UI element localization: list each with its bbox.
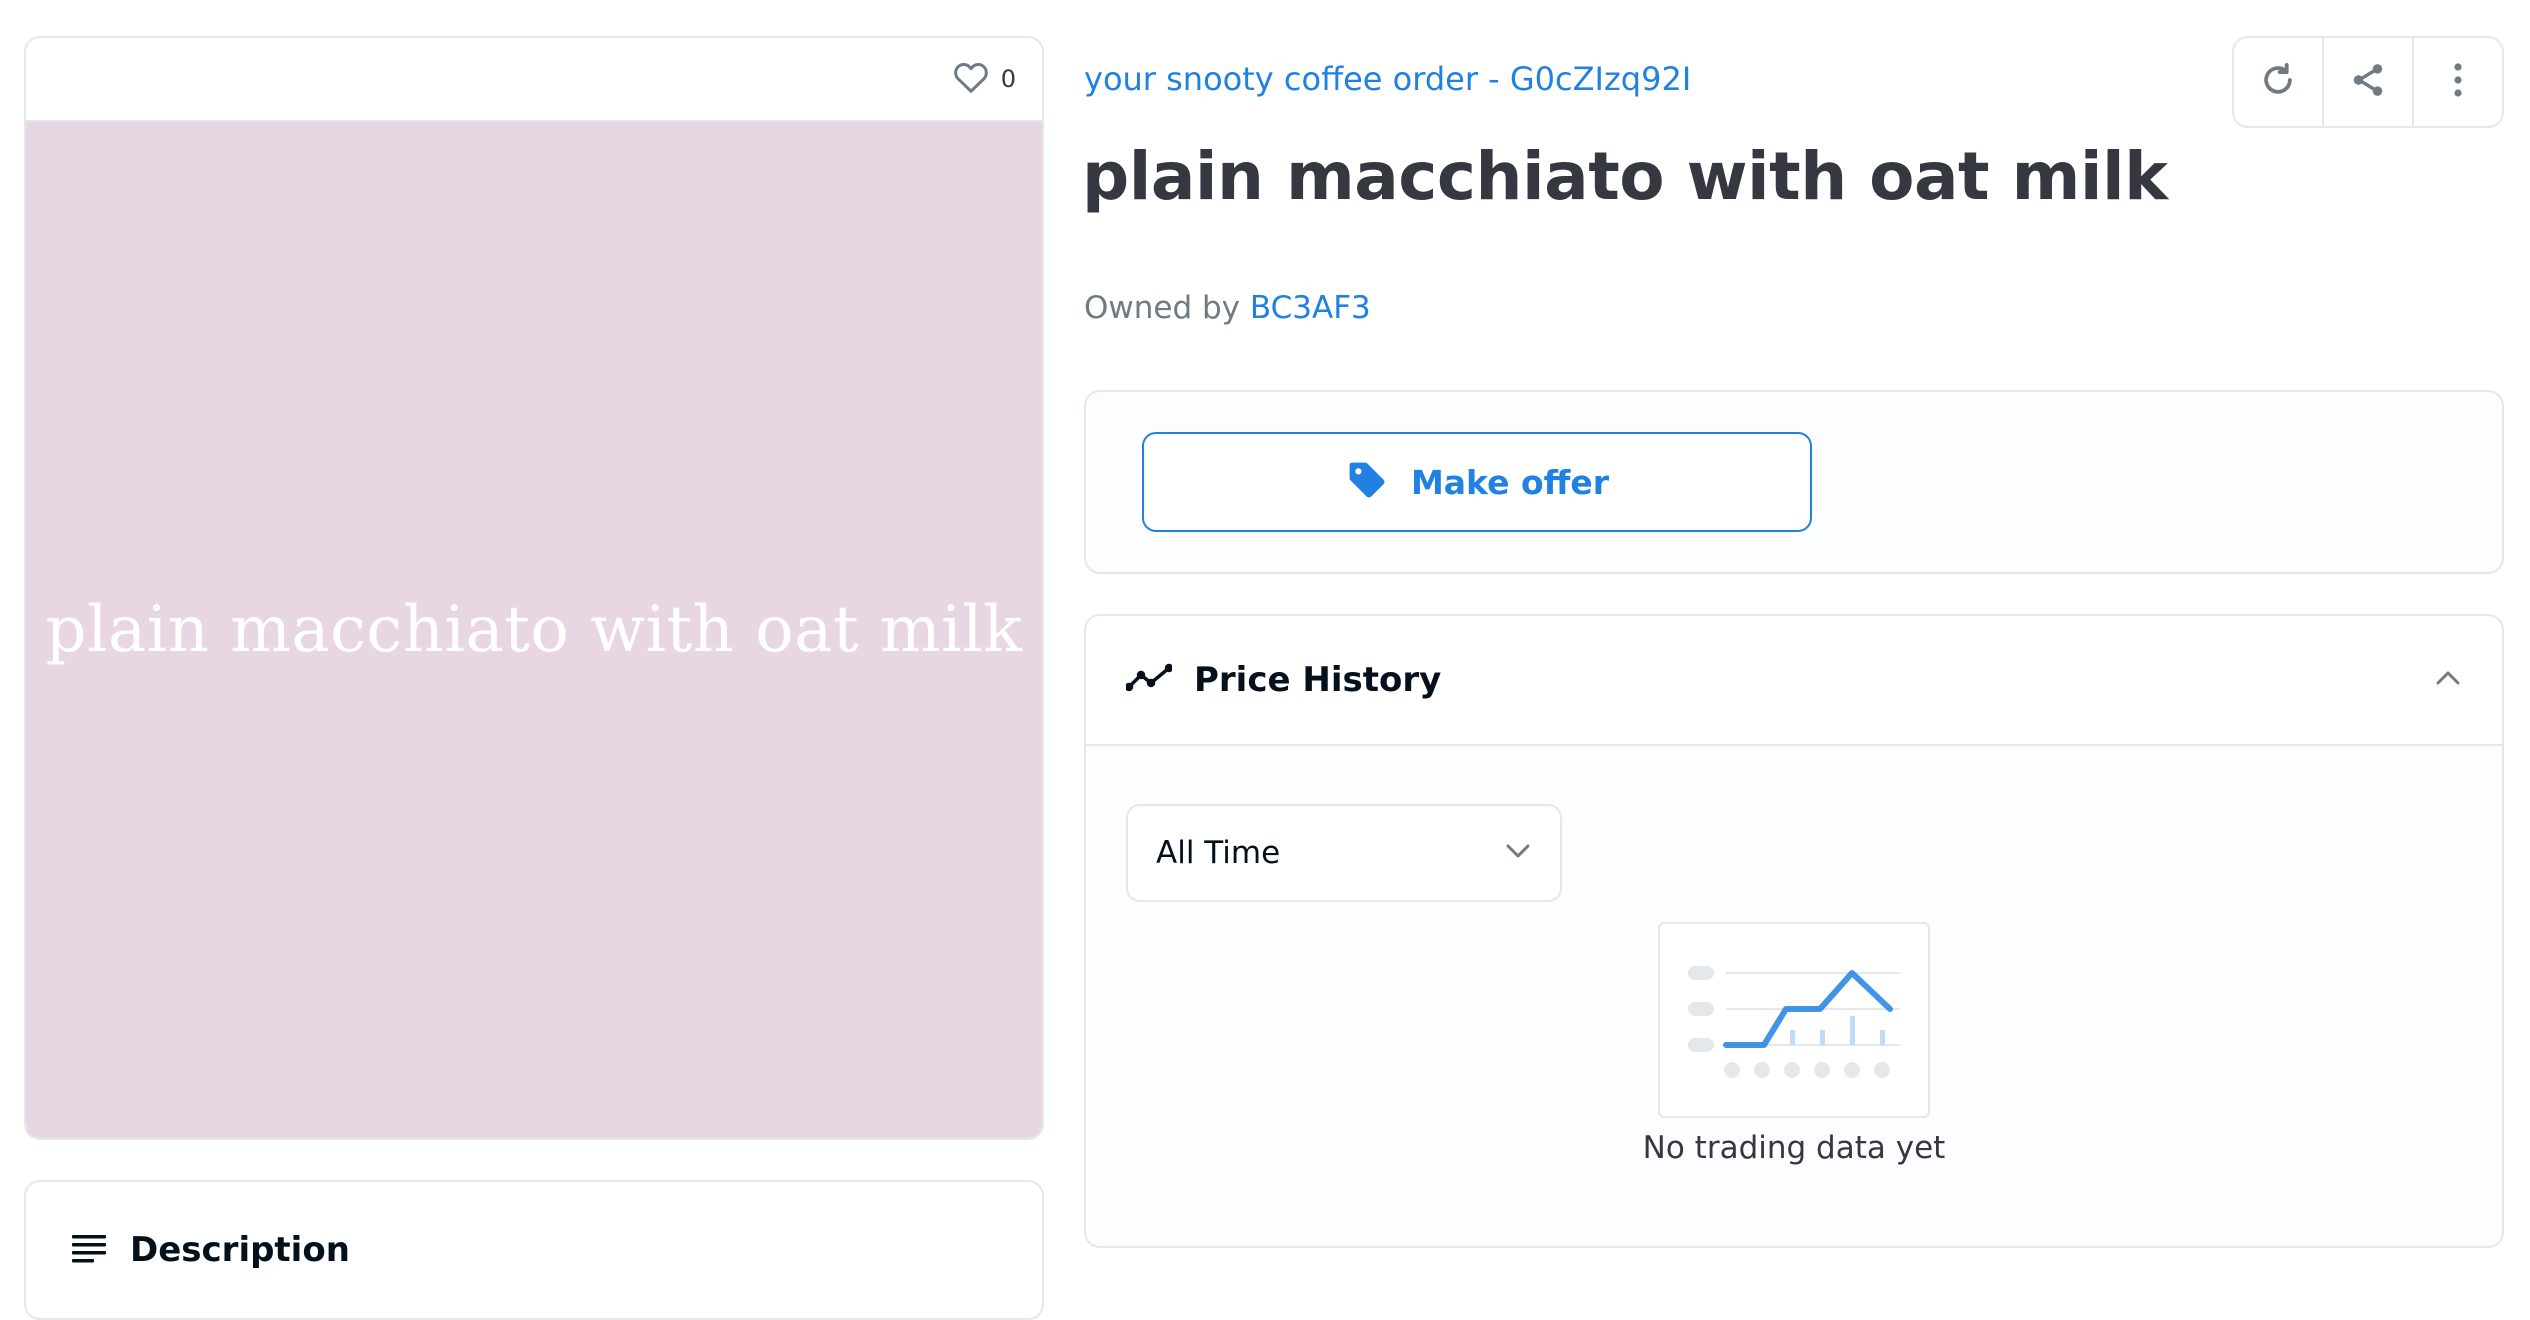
make-offer-label: Make offer bbox=[1410, 462, 1610, 502]
heart-icon bbox=[953, 60, 989, 98]
chart-placeholder-icon bbox=[1688, 966, 1900, 1078]
favorite-count: 0 bbox=[1000, 65, 1016, 93]
collection-link[interactable]: your snooty coffee order - G0cZIzq92I bbox=[1084, 60, 1691, 98]
item-title: plain macchiato with oat milk bbox=[1082, 138, 2168, 215]
description-header[interactable]: Description bbox=[72, 1230, 350, 1270]
item-actions bbox=[2232, 36, 2504, 128]
price-history-header[interactable]: Price History bbox=[1086, 616, 2502, 746]
owned-by-label: Owned by bbox=[1084, 290, 1241, 326]
asset-image[interactable]: plain macchiato with oat milk bbox=[26, 122, 1042, 1138]
asset-image-text: plain macchiato with oat milk bbox=[45, 593, 1023, 667]
refresh-icon bbox=[2259, 61, 2297, 103]
share-icon bbox=[2349, 61, 2387, 103]
price-history-title: Price History bbox=[1194, 660, 1442, 700]
offer-panel: Make offer bbox=[1084, 390, 2504, 574]
empty-chart-illustration bbox=[1658, 922, 1930, 1118]
no-trading-data-text: No trading data yet bbox=[1642, 1130, 1946, 1166]
more-options-button[interactable] bbox=[2412, 38, 2502, 126]
owner-link[interactable]: BC3AF3 bbox=[1250, 290, 1371, 326]
favorite-button[interactable]: 0 bbox=[953, 60, 1016, 98]
chevron-up-icon bbox=[2434, 669, 2462, 691]
media-header: 0 bbox=[26, 38, 1042, 122]
chevron-down-icon bbox=[1504, 842, 1532, 864]
refresh-button[interactable] bbox=[2234, 38, 2322, 126]
owner-line: Owned by BC3AF3 bbox=[1084, 290, 1371, 326]
description-panel: Description bbox=[24, 1180, 1044, 1320]
time-range-value: All Time bbox=[1156, 835, 1281, 871]
description-title: Description bbox=[130, 1230, 350, 1270]
trending-line-icon bbox=[1124, 663, 1174, 697]
tag-icon bbox=[1345, 458, 1389, 506]
price-history-panel: Price History All Time No trading data y… bbox=[1084, 614, 2504, 1248]
share-button[interactable] bbox=[2322, 38, 2412, 126]
list-icon bbox=[72, 1233, 106, 1267]
make-offer-button[interactable]: Make offer bbox=[1142, 432, 1812, 532]
more-vertical-icon bbox=[2453, 62, 2463, 102]
asset-media-card: 0 plain macchiato with oat milk bbox=[24, 36, 1044, 1140]
time-range-select[interactable]: All Time bbox=[1126, 804, 1562, 902]
